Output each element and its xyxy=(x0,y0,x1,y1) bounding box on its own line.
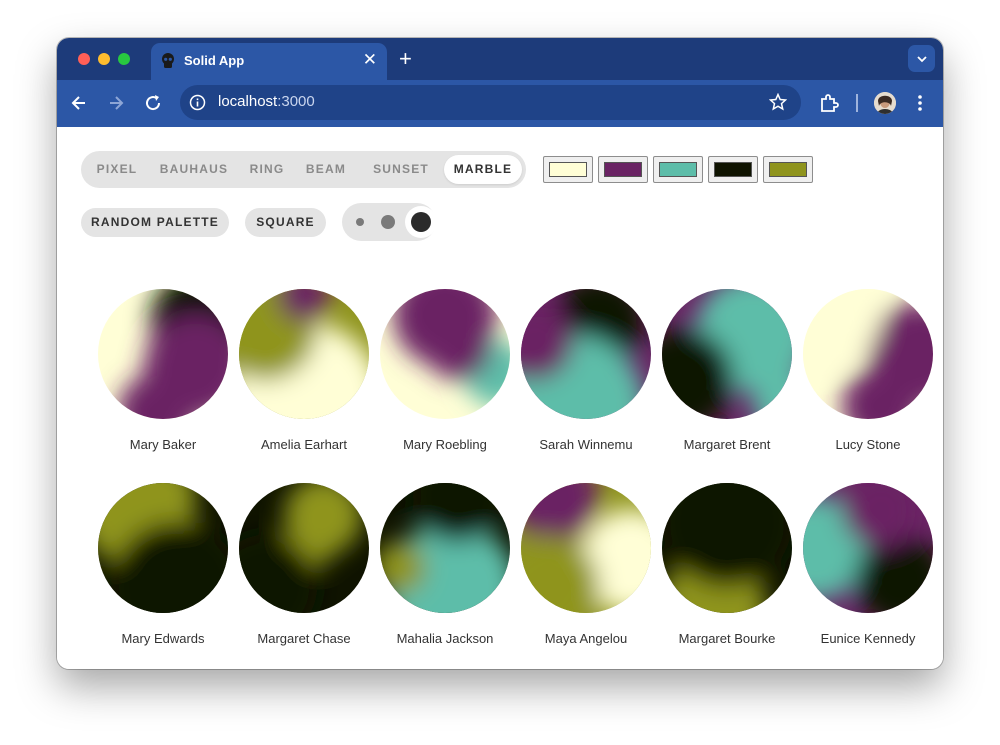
browser-tab[interactable]: Solid App ✕ xyxy=(151,43,387,80)
maximize-window-button[interactable] xyxy=(118,53,130,65)
address-bar[interactable]: localhost:3000 xyxy=(180,85,801,120)
avatar-name: Sarah Winnemu xyxy=(539,437,633,452)
variant-pixel[interactable]: PIXEL xyxy=(87,155,147,184)
marble-avatar xyxy=(803,483,933,613)
variant-selector: PIXEL BAUHAUS RING BEAM SUNSET MARBLE xyxy=(81,151,526,188)
profile-avatar[interactable] xyxy=(874,92,896,114)
swatch-fill xyxy=(604,162,642,177)
back-arrow-icon[interactable] xyxy=(67,91,91,115)
new-tab-icon[interactable]: + xyxy=(399,46,412,72)
extensions-puzzle-icon[interactable] xyxy=(817,91,841,115)
avatar-name: Maya Angelou xyxy=(544,631,628,646)
variant-beam[interactable]: BEAM xyxy=(297,155,355,184)
more-menu-icon[interactable] xyxy=(908,91,932,115)
info-icon[interactable] xyxy=(189,94,206,111)
close-tab-icon[interactable]: ✕ xyxy=(363,50,377,70)
size-large-dot xyxy=(411,212,431,232)
marble-avatar xyxy=(239,289,369,419)
browser-window: Solid App ✕ + localhost:3000 PIXEL BAUHA… xyxy=(57,38,943,669)
page-content: PIXEL BAUHAUS RING BEAM SUNSET MARBLE RA… xyxy=(57,127,943,669)
size-small-option[interactable] xyxy=(356,218,364,226)
variant-bauhaus[interactable]: BAUHAUS xyxy=(151,155,237,184)
swatch-fill xyxy=(714,162,752,177)
avatar-name: Eunice Kennedy xyxy=(820,631,916,646)
url-port: :3000 xyxy=(277,93,315,110)
palette-color-5[interactable] xyxy=(763,156,813,183)
marble-avatar xyxy=(662,289,792,419)
marble-avatar xyxy=(521,289,651,419)
swatch-fill xyxy=(549,162,587,177)
tab-title: Solid App xyxy=(184,53,245,68)
marble-avatar xyxy=(380,289,510,419)
chevron-down-icon xyxy=(916,56,927,63)
avatar-name: Margaret Bourke xyxy=(678,631,776,646)
square-button[interactable]: SQUARE xyxy=(245,208,326,237)
toolbar-separator xyxy=(856,94,858,112)
browser-toolbar: localhost:3000 xyxy=(57,80,943,127)
marble-avatar xyxy=(98,289,228,419)
forward-arrow-icon[interactable] xyxy=(104,91,128,115)
url-text: localhost:3000 xyxy=(218,93,315,110)
avatar-name: Mary Baker xyxy=(129,437,197,452)
variant-ring[interactable]: RING xyxy=(241,155,293,184)
avatar-name: Amelia Earhart xyxy=(261,437,347,452)
reload-icon[interactable] xyxy=(141,91,165,115)
size-selector xyxy=(342,203,437,241)
palette-color-4[interactable] xyxy=(708,156,758,183)
profile-picture xyxy=(874,92,896,114)
size-medium-option[interactable] xyxy=(381,215,395,229)
marble-blob xyxy=(425,315,491,380)
variant-sunset[interactable]: SUNSET xyxy=(359,155,443,184)
marble-avatar xyxy=(803,289,933,419)
url-host: localhost xyxy=(218,93,278,110)
palette-color-1[interactable] xyxy=(543,156,593,183)
close-window-button[interactable] xyxy=(78,53,90,65)
variant-marble[interactable]: MARBLE xyxy=(444,155,522,184)
swatch-fill xyxy=(769,162,807,177)
avatar-name: Mary Roebling xyxy=(403,437,487,452)
avatar-name: Margaret Chase xyxy=(257,631,351,646)
swatch-fill xyxy=(659,162,697,177)
minimize-window-button[interactable] xyxy=(98,53,110,65)
palette-color-3[interactable] xyxy=(653,156,703,183)
marble-avatar xyxy=(98,483,228,613)
bookmark-star-icon[interactable] xyxy=(769,93,787,111)
title-bar: Solid App ✕ + xyxy=(57,38,943,80)
marble-avatar xyxy=(380,483,510,613)
avatar-name: Mahalia Jackson xyxy=(396,631,494,646)
size-large-option[interactable] xyxy=(405,206,437,238)
marble-avatar xyxy=(239,483,369,613)
skull-favicon-icon xyxy=(162,53,174,68)
avatar-name: Lucy Stone xyxy=(835,437,901,452)
avatar-name: Mary Edwards xyxy=(121,631,205,646)
avatar-name: Margaret Brent xyxy=(683,437,771,452)
marble-avatar xyxy=(662,483,792,613)
marble-avatar xyxy=(521,483,651,613)
random-palette-button[interactable]: RANDOM PALETTE xyxy=(81,208,229,237)
tab-search-button[interactable] xyxy=(908,45,935,72)
palette-color-2[interactable] xyxy=(598,156,648,183)
